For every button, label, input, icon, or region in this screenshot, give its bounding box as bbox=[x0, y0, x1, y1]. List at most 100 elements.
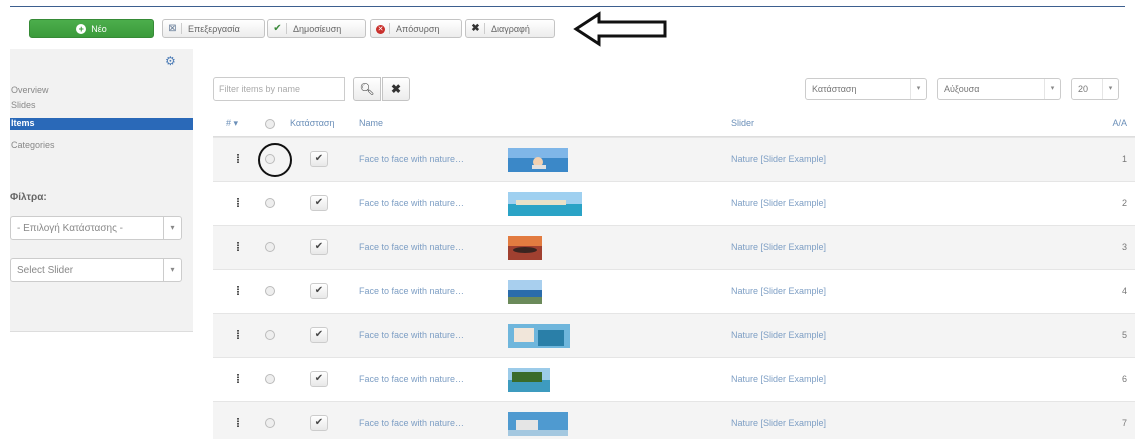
toolbar: + Νέο ⊠ Επεξεργασία ✔ Δημοσίευση ✕ Απόσυ… bbox=[0, 0, 1135, 47]
slider-link[interactable]: Nature [Slider Example] bbox=[731, 154, 826, 164]
slider-link[interactable]: Nature [Slider Example] bbox=[731, 242, 826, 252]
sidebar-item-overview[interactable]: Overview bbox=[10, 85, 193, 97]
item-name-link[interactable]: Face to face with nature… bbox=[359, 374, 464, 384]
sidebar-item-slides[interactable]: Slides bbox=[10, 100, 193, 112]
slider-header[interactable]: Slider bbox=[731, 118, 754, 128]
state-filter-value: - Επιλογή Κατάστασης - bbox=[17, 222, 123, 234]
sidebar-item-categories[interactable]: Categories bbox=[10, 140, 193, 152]
status-header[interactable]: Κατάσταση bbox=[290, 118, 334, 128]
select-all-checkbox[interactable] bbox=[265, 119, 275, 129]
search-icon: 🔍︎ bbox=[359, 82, 375, 96]
sort-direction-select[interactable]: Αύξουσα ▾ bbox=[937, 78, 1061, 100]
state-filter-select[interactable]: - Επιλογή Κατάστασης - ▾ bbox=[10, 216, 182, 240]
chevron-down-icon: ▾ bbox=[163, 217, 181, 239]
table-row: ⁞ ✔ Face to face with nature… Nature [Slide… bbox=[213, 357, 1135, 401]
search-button[interactable]: 🔍︎ bbox=[353, 77, 381, 101]
trash-button[interactable]: ✖ Διαγραφή bbox=[465, 19, 555, 38]
unpublish-button-label: Απόσυρση bbox=[396, 23, 440, 34]
item-thumbnail bbox=[508, 324, 570, 348]
check-icon: ✔ bbox=[314, 241, 324, 252]
order-number: 2 bbox=[1121, 198, 1127, 208]
drag-handle-icon[interactable]: ⁞ bbox=[236, 328, 240, 342]
item-thumbnail bbox=[508, 236, 568, 260]
search-input[interactable]: Filter items by name bbox=[213, 77, 345, 101]
sort-field-value: Κατάσταση bbox=[812, 84, 857, 94]
left-arrow-annotation-icon bbox=[573, 11, 667, 47]
sidebar-item-label: Slides bbox=[11, 100, 36, 110]
gear-icon[interactable]: ⚙ bbox=[165, 54, 176, 68]
check-icon: ✔ bbox=[314, 417, 324, 428]
publish-toggle[interactable]: ✔ bbox=[310, 371, 328, 387]
order-number: 5 bbox=[1121, 330, 1127, 340]
filter-title: Φίλτρα: bbox=[10, 192, 47, 203]
row-checkbox[interactable] bbox=[265, 374, 275, 384]
item-name-link[interactable]: Face to face with nature… bbox=[359, 330, 464, 340]
item-thumbnail bbox=[508, 368, 568, 392]
slider-link[interactable]: Nature [Slider Example] bbox=[731, 418, 826, 428]
check-icon: ✔ bbox=[314, 153, 324, 164]
table-row: ⁞ ✔ Face to face with nature… Nature [Slide… bbox=[213, 137, 1135, 181]
clear-button[interactable]: ✖ bbox=[382, 77, 410, 101]
search-placeholder: Filter items by name bbox=[219, 84, 301, 94]
table-header: # ▾ Κατάσταση Name Slider A/A bbox=[213, 113, 1135, 137]
table-row: ⁞ ✔ Face to face with nature… Nature [Slide… bbox=[213, 313, 1135, 357]
check-icon: ✔ bbox=[273, 23, 287, 34]
sort-field-select[interactable]: Κατάσταση ▾ bbox=[805, 78, 927, 100]
sidebar-item-label: Categories bbox=[11, 140, 55, 150]
publish-toggle[interactable]: ✔ bbox=[310, 327, 328, 343]
new-button-label: Νέο bbox=[91, 23, 107, 34]
row-checkbox[interactable] bbox=[265, 242, 275, 252]
edit-button[interactable]: ⊠ Επεξεργασία bbox=[162, 19, 265, 38]
order-number: 7 bbox=[1121, 418, 1127, 428]
slider-link[interactable]: Nature [Slider Example] bbox=[731, 374, 826, 384]
item-name-link[interactable]: Face to face with nature… bbox=[359, 286, 464, 296]
drag-handle-icon[interactable]: ⁞ bbox=[236, 416, 240, 430]
check-icon: ✔ bbox=[314, 285, 324, 296]
row-checkbox[interactable] bbox=[265, 418, 275, 428]
unpublish-button[interactable]: ✕ Απόσυρση bbox=[370, 19, 462, 38]
publish-toggle[interactable]: ✔ bbox=[310, 195, 328, 211]
limit-select[interactable]: 20 ▾ bbox=[1071, 78, 1119, 100]
item-name-link[interactable]: Face to face with nature… bbox=[359, 242, 464, 252]
trash-x-icon: ✖ bbox=[471, 23, 485, 34]
publish-button[interactable]: ✔ Δημοσίευση bbox=[267, 19, 366, 38]
item-name-link[interactable]: Face to face with nature… bbox=[359, 154, 464, 164]
drag-handle-icon[interactable]: ⁞ bbox=[236, 152, 240, 166]
row-checkbox[interactable] bbox=[265, 198, 275, 208]
order-header[interactable]: # ▾ bbox=[226, 118, 238, 129]
item-thumbnail bbox=[508, 192, 582, 216]
table-row: ⁞ ✔ Face to face with nature… Nature [Slide… bbox=[213, 401, 1135, 439]
new-button[interactable]: + Νέο bbox=[29, 19, 154, 38]
plus-icon: + bbox=[76, 23, 87, 34]
order-number: 4 bbox=[1121, 286, 1127, 296]
edit-icon: ⊠ bbox=[168, 23, 182, 34]
circle-annotation bbox=[258, 143, 292, 177]
item-name-link[interactable]: Face to face with nature… bbox=[359, 198, 464, 208]
item-thumbnail bbox=[508, 412, 568, 436]
slider-filter-value: Select Slider bbox=[17, 264, 74, 276]
limit-value: 20 bbox=[1078, 84, 1089, 94]
drag-handle-icon[interactable]: ⁞ bbox=[236, 372, 240, 386]
order-number: 6 bbox=[1121, 374, 1127, 384]
table-row: ⁞ ✔ Face to face with nature… Nature [Slide… bbox=[213, 269, 1135, 313]
item-name-link[interactable]: Face to face with nature… bbox=[359, 418, 464, 428]
drag-handle-icon[interactable]: ⁞ bbox=[236, 284, 240, 298]
publish-toggle[interactable]: ✔ bbox=[310, 151, 328, 167]
publish-toggle[interactable]: ✔ bbox=[310, 283, 328, 299]
publish-toggle[interactable]: ✔ bbox=[310, 415, 328, 431]
slider-link[interactable]: Nature [Slider Example] bbox=[731, 198, 826, 208]
drag-handle-icon[interactable]: ⁞ bbox=[236, 240, 240, 254]
item-thumbnail bbox=[508, 280, 568, 304]
slider-filter-select[interactable]: Select Slider ▾ bbox=[10, 258, 182, 282]
name-header[interactable]: Name bbox=[359, 118, 383, 128]
row-checkbox[interactable] bbox=[265, 286, 275, 296]
slider-link[interactable]: Nature [Slider Example] bbox=[731, 286, 826, 296]
row-checkbox[interactable] bbox=[265, 330, 275, 340]
table-row: ⁞ ✔ Face to face with nature… Nature [Slide… bbox=[213, 225, 1135, 269]
aa-header[interactable]: A/A bbox=[1112, 118, 1127, 128]
drag-handle-icon[interactable]: ⁞ bbox=[236, 196, 240, 210]
slider-link[interactable]: Nature [Slider Example] bbox=[731, 330, 826, 340]
sidebar-item-items[interactable]: Items bbox=[10, 118, 193, 130]
publish-toggle[interactable]: ✔ bbox=[310, 239, 328, 255]
table-row: ⁞ ✔ Face to face with nature… Nature [Slide… bbox=[213, 181, 1135, 225]
